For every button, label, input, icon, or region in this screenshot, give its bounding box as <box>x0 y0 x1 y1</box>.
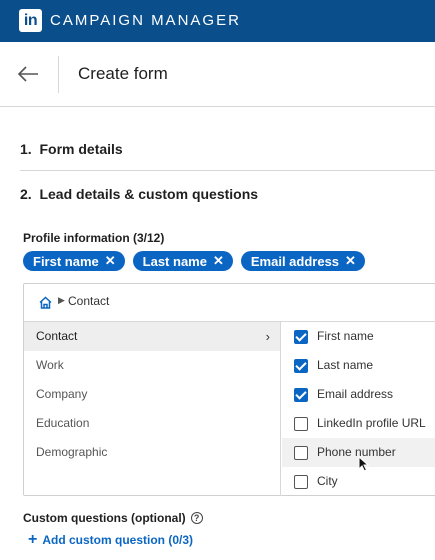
checkbox[interactable] <box>294 475 308 489</box>
category-item-demographic[interactable]: Demographic <box>24 438 280 467</box>
option-label: Email address <box>317 387 394 401</box>
profile-info-label: Profile information (3/12) <box>23 231 165 245</box>
category-list: Contact › Work Company Education Demogra… <box>24 322 281 496</box>
category-label: Contact <box>36 329 78 343</box>
category-item-education[interactable]: Education <box>24 409 280 438</box>
field-picker: ▶ Contact Contact › Work Company Educati… <box>23 283 435 496</box>
help-icon[interactable]: ? <box>190 512 203 524</box>
field-pill-label: Email address <box>250 253 340 269</box>
breadcrumb: ▶ Contact <box>24 284 435 322</box>
top-bar: in CAMPAIGN MANAGER <box>0 0 435 42</box>
linkedin-logo[interactable]: in <box>19 9 42 32</box>
field-pill: Email address ✕ <box>240 251 365 271</box>
custom-questions-label: Custom questions (optional) <box>23 511 186 525</box>
breadcrumb-current: Contact <box>68 294 110 308</box>
header-divider <box>58 56 59 93</box>
plus-icon: + <box>28 531 38 548</box>
checkbox[interactable] <box>294 417 308 431</box>
breadcrumb-arrow-icon: ▶ <box>58 295 65 305</box>
home-icon[interactable] <box>38 295 53 310</box>
remove-icon[interactable]: ✕ <box>345 253 356 269</box>
checkbox[interactable] <box>294 446 308 460</box>
field-pill-label: Last name <box>142 253 207 269</box>
field-pill: First name ✕ <box>23 251 125 271</box>
add-custom-question-button[interactable]: + Add custom question (0/3) <box>28 531 194 548</box>
category-item-work[interactable]: Work <box>24 351 280 380</box>
app-brand: CAMPAIGN MANAGER <box>50 12 241 29</box>
option-label: City <box>317 474 338 488</box>
page-header: Create form <box>0 42 435 107</box>
checkbox[interactable] <box>294 388 308 402</box>
remove-icon[interactable]: ✕ <box>105 253 116 269</box>
option-email-address[interactable]: Email address <box>282 380 435 409</box>
category-label: Company <box>36 387 88 401</box>
section-label: Lead details & custom questions <box>39 186 259 202</box>
option-first-name[interactable]: First name <box>282 322 435 351</box>
custom-questions-heading: Custom questions (optional) ? <box>23 511 203 525</box>
category-item-company[interactable]: Company <box>24 380 280 409</box>
category-label: Work <box>36 358 64 372</box>
add-custom-question-label: Add custom question (0/3) <box>42 533 194 547</box>
remove-icon[interactable]: ✕ <box>213 253 224 269</box>
section-label: Form details <box>39 141 123 157</box>
page-title: Create form <box>78 64 168 83</box>
option-city[interactable]: City <box>282 467 435 496</box>
selected-fields: First name ✕ Last name ✕ Email address ✕ <box>23 251 365 271</box>
checkbox[interactable] <box>294 359 308 373</box>
section-number: 1. <box>20 141 32 157</box>
option-label: Last name <box>317 358 374 372</box>
category-label: Demographic <box>36 445 108 459</box>
option-label: First name <box>317 329 374 343</box>
category-label: Education <box>36 416 90 430</box>
option-list: First name Last name Email address Linke… <box>282 322 435 496</box>
option-label: Phone number <box>317 445 396 459</box>
option-label: LinkedIn profile URL <box>317 416 426 430</box>
back-arrow-icon[interactable] <box>16 64 40 84</box>
category-item-contact[interactable]: Contact › <box>24 322 280 351</box>
option-linkedin-profile-url[interactable]: LinkedIn profile URL <box>282 409 435 438</box>
option-last-name[interactable]: Last name <box>282 351 435 380</box>
chevron-right-icon: › <box>265 329 270 344</box>
checkbox[interactable] <box>294 330 308 344</box>
field-pill-label: First name <box>33 253 99 269</box>
option-phone-number[interactable]: Phone number <box>282 438 435 467</box>
field-pill: Last name ✕ <box>132 251 233 271</box>
section-form-details[interactable]: 1. Form details <box>20 141 123 157</box>
section-divider <box>20 170 435 171</box>
section-lead-details[interactable]: 2. Lead details & custom questions <box>20 186 258 202</box>
section-number: 2. <box>20 186 32 202</box>
